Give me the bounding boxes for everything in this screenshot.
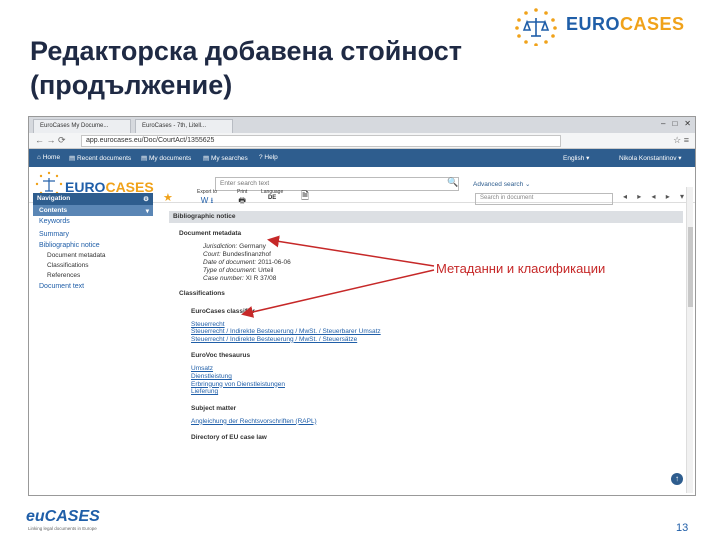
settings-icon[interactable]: ⚙ [143, 195, 149, 203]
sidebar-subitem-classifications[interactable]: Classifications [33, 261, 153, 271]
minimize-button[interactable]: – [661, 119, 665, 128]
classifier-link[interactable]: Steuerrecht / Indirekte Besteuerung / Mw… [169, 328, 683, 336]
sidebar-item-summary[interactable]: Summary [33, 229, 153, 240]
sidebar-item-document-text[interactable]: Document text [33, 281, 153, 294]
window-controls: – □ ✕ [654, 119, 691, 128]
document-nav-arrows[interactable]: ◂ ▸ ◂ ▸ ▾ [623, 192, 688, 201]
logo-wordmark: EUROCASES [566, 14, 685, 34]
chevron-down-icon[interactable]: ▾ [146, 207, 149, 215]
section-bar: Bibliographic notice [169, 211, 683, 223]
metadata-row: Jurisdiction: Germany [203, 243, 266, 250]
sidebar: Navigation ⚙ Contents ▾ Keywords Summary B… [33, 193, 153, 293]
language-group[interactable]: Language DE [261, 189, 283, 201]
eucases-wordmark: euCASES [26, 508, 100, 525]
favorite-star-icon[interactable]: ★ [163, 191, 173, 204]
sidebar-item-bibliographic-notice[interactable]: Bibliographic notice [33, 240, 153, 251]
sidebar-subitem-document-metadata[interactable]: Document metadata [33, 251, 153, 261]
browser-menu-icon[interactable]: ☆ ≡ [673, 135, 689, 146]
eurovoc-link[interactable]: Erbringung von Dienstleistungen [169, 381, 683, 389]
export-group[interactable]: Export to W ⭳ [197, 189, 217, 209]
metadata-row: Type of document: Urteil [203, 266, 274, 274]
search-in-document-input[interactable]: Search in document [475, 193, 613, 205]
browser-tab-bar: EuroCases My Docume... EuroCases - 7th, … [29, 117, 695, 133]
sidebar-subitem-references[interactable]: References [33, 271, 153, 281]
sidebar-item-keywords[interactable]: Keywords [33, 216, 153, 229]
page-number: 13 [676, 522, 689, 534]
metadata-row: Case number: XI R 37/08 [203, 274, 277, 282]
eurovoc-link[interactable]: Umsatz [169, 365, 683, 373]
nav-my-searches[interactable]: ▤ My searches [203, 154, 248, 162]
address-bar-row: ← → ⟳ app.eurocases.eu/Doc/CourtAct/1355… [29, 133, 695, 149]
subject-link[interactable]: Angleichung der Rechtsvorschriften (RAPL… [169, 418, 683, 426]
browser-tab[interactable]: EuroCases - 7th, Litell... [135, 119, 233, 133]
eurovoc-link[interactable]: Lieferung [169, 388, 683, 396]
classifier-link[interactable]: Steuerrecht / Indirekte Besteuerung / Mw… [169, 336, 683, 344]
nav-recent-documents[interactable]: ▤ Recent documents [69, 154, 131, 162]
back-forward-icon[interactable]: ← → ⟳ [35, 135, 66, 146]
nav-home[interactable]: ⌂ Home [37, 154, 60, 161]
eucases-tagline: Linking legal documents in Europe [28, 526, 97, 531]
scrollbar-thumb[interactable] [688, 227, 693, 307]
document-toolbar: ★ Export to W ⭳ Print 🖶 Language DE 🗎 Searc… [161, 187, 689, 209]
maximize-button[interactable]: □ [672, 119, 677, 128]
language-select[interactable]: English ▾ [563, 154, 589, 162]
eurovoc-heading: EuroVoc thesaurus [191, 352, 251, 360]
document-icon[interactable]: 🗎 [301, 189, 309, 206]
nav-help[interactable]: ? Help [259, 154, 278, 161]
annotation-label: Метаданни и класификации [436, 261, 606, 276]
metadata-row: Date of document: 2011-06-06 [203, 258, 291, 266]
metadata-list: Jurisdiction: Germany Court: Bundesfinan… [169, 243, 683, 283]
eurocases-classifier-heading: EuroCases classifier [191, 307, 255, 315]
scroll-to-top-icon[interactable]: ↑ [671, 473, 683, 485]
slide-title-line1: Редакторска добавена стойност [30, 36, 462, 66]
directory-heading: Directory of EU case law [191, 434, 267, 442]
subject-matter-heading: Subject matter [191, 404, 237, 412]
document-content: Bibliographic notice Document metadata J… [169, 211, 683, 495]
print-group[interactable]: Print 🖶 [237, 189, 247, 209]
user-menu[interactable]: Nikola Konstantinov ▾ [619, 154, 682, 162]
slide-title-line2: (продължение) [30, 70, 233, 100]
stars-scales-icon [515, 8, 557, 47]
top-navbar: ⌂ Home ▤ Recent documents ▤ My documents… [29, 149, 695, 167]
eucases-logo: euCASES Linking legal documents in Europ… [26, 506, 146, 536]
close-window-button[interactable]: ✕ [684, 119, 691, 128]
sidebar-navigation-header[interactable]: Navigation ⚙ [33, 193, 153, 205]
eurocases-logo: EUROCASES [508, 6, 708, 47]
url-input[interactable]: app.eurocases.eu/Doc/CourtAct/1355625 [81, 135, 561, 147]
classifications-heading: Classifications [179, 289, 225, 297]
eurovoc-link[interactable]: Dienstleistung [169, 373, 683, 381]
sidebar-contents-header[interactable]: Contents ▾ [33, 205, 153, 216]
metadata-heading: Document metadata [179, 230, 242, 237]
slide-title: Редакторска добавена стойност (продължен… [30, 34, 462, 102]
nav-my-documents[interactable]: ▤ My documents [141, 154, 191, 162]
metadata-row: Court: Bundesfinanzhof [203, 250, 271, 258]
app-screenshot: EuroCases My Docume... EuroCases - 7th, … [28, 116, 696, 496]
classifier-link[interactable]: Steuerrecht [169, 321, 683, 329]
browser-tab[interactable]: EuroCases My Docume... [33, 119, 131, 133]
scrollbar[interactable] [686, 187, 693, 493]
